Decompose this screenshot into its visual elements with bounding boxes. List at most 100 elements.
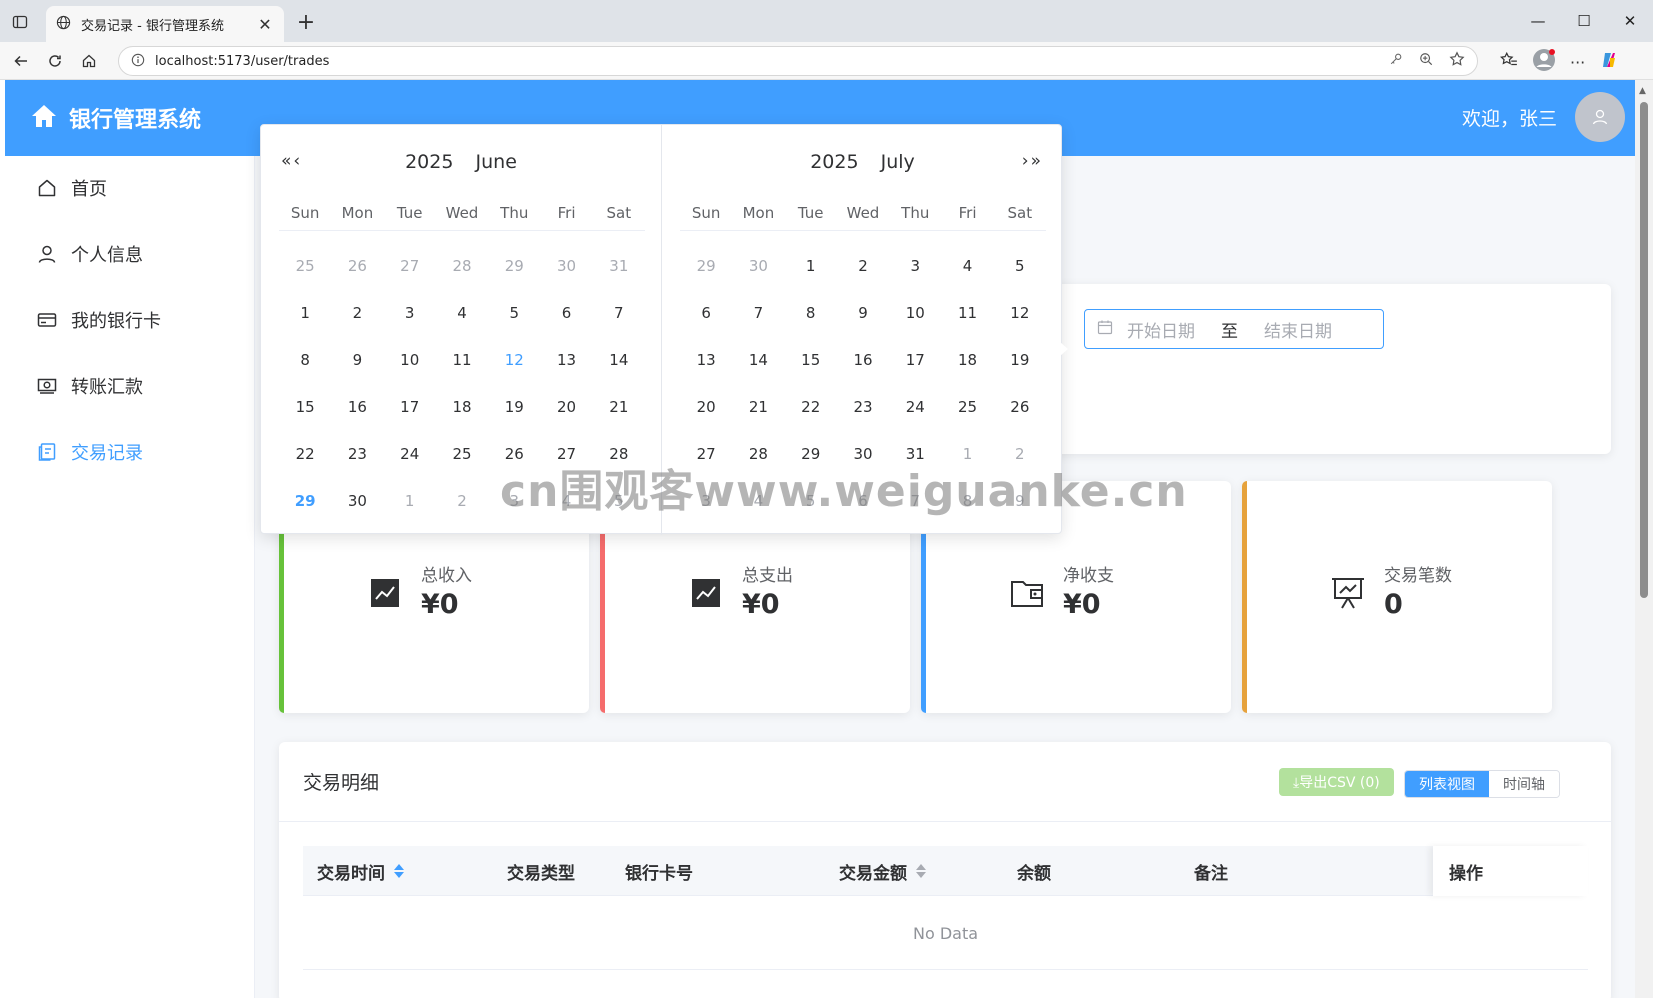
calendar-day[interactable]: 24 bbox=[384, 431, 436, 478]
calendar-month[interactable]: July bbox=[881, 151, 915, 173]
calendar-day[interactable]: 8 bbox=[279, 337, 331, 384]
scroll-up-icon[interactable]: ▲ bbox=[1639, 86, 1646, 96]
calendar-day[interactable]: 29 bbox=[488, 243, 540, 290]
calendar-day[interactable]: 19 bbox=[488, 384, 540, 431]
calendar-day[interactable]: 15 bbox=[279, 384, 331, 431]
app-logo[interactable]: 银行管理系统 bbox=[31, 80, 201, 156]
calendar-day[interactable]: 26 bbox=[331, 243, 383, 290]
calendar-day[interactable]: 19 bbox=[994, 337, 1046, 384]
calendar-day[interactable]: 20 bbox=[540, 384, 592, 431]
calendar-day[interactable]: 1 bbox=[279, 290, 331, 337]
calendar-month[interactable]: June bbox=[476, 151, 517, 173]
calendar-day[interactable]: 12 bbox=[994, 290, 1046, 337]
calendar-day[interactable]: 9 bbox=[837, 290, 889, 337]
calendar-day[interactable]: 20 bbox=[680, 384, 732, 431]
key-icon[interactable] bbox=[1389, 51, 1403, 71]
sidebar-item-home[interactable]: 首页 bbox=[5, 160, 255, 216]
calendar-day[interactable]: 14 bbox=[732, 337, 784, 384]
calendar-day[interactable]: 1 bbox=[384, 478, 436, 525]
column-header-time[interactable]: 交易时间 bbox=[317, 846, 405, 896]
calendar-day[interactable]: 9 bbox=[331, 337, 383, 384]
user-area[interactable]: 欢迎，张三 bbox=[1462, 92, 1625, 142]
calendar-day[interactable]: 8 bbox=[785, 290, 837, 337]
calendar-day[interactable]: 4 bbox=[436, 290, 488, 337]
calendar-day[interactable]: 25 bbox=[436, 431, 488, 478]
calendar-year[interactable]: 2025 bbox=[810, 151, 858, 173]
calendar-day[interactable]: 2 bbox=[331, 290, 383, 337]
calendar-day[interactable]: 18 bbox=[436, 384, 488, 431]
calendar-day[interactable]: 30 bbox=[732, 243, 784, 290]
sort-icon[interactable] bbox=[915, 863, 927, 879]
zoom-icon[interactable] bbox=[1419, 51, 1433, 71]
close-window-icon[interactable]: ✕ bbox=[1607, 0, 1653, 42]
calendar-day[interactable]: 17 bbox=[889, 337, 941, 384]
sidebar-item-transfer[interactable]: 转账汇款 bbox=[5, 358, 255, 414]
calendar-day[interactable]: 28 bbox=[436, 243, 488, 290]
calendar-day[interactable]: 10 bbox=[384, 337, 436, 384]
calendar-day[interactable]: 11 bbox=[941, 290, 993, 337]
timeline-view-button[interactable]: 时间轴 bbox=[1489, 771, 1559, 797]
calendar-day[interactable]: 16 bbox=[837, 337, 889, 384]
calendar-day[interactable]: 2 bbox=[837, 243, 889, 290]
page-scrollbar[interactable]: ▲ bbox=[1635, 80, 1653, 998]
calendar-day[interactable]: 18 bbox=[941, 337, 993, 384]
calendar-day[interactable]: 3 bbox=[889, 243, 941, 290]
calendar-day[interactable]: 13 bbox=[540, 337, 592, 384]
calendar-day[interactable]: 5 bbox=[488, 290, 540, 337]
calendar-day[interactable]: 30 bbox=[331, 478, 383, 525]
calendar-day[interactable]: 1 bbox=[785, 243, 837, 290]
end-date-input[interactable]: 结束日期 bbox=[1264, 317, 1332, 342]
calendar-year[interactable]: 2025 bbox=[405, 151, 453, 173]
favorite-star-icon[interactable] bbox=[1449, 51, 1465, 71]
calendar-day[interactable]: 26 bbox=[994, 384, 1046, 431]
back-icon[interactable] bbox=[8, 48, 34, 74]
start-date-input[interactable]: 开始日期 bbox=[1127, 317, 1195, 342]
calendar-day[interactable]: 11 bbox=[436, 337, 488, 384]
list-view-button[interactable]: 列表视图 bbox=[1405, 771, 1489, 797]
calendar-day[interactable]: 22 bbox=[785, 384, 837, 431]
calendar-day[interactable]: 25 bbox=[941, 384, 993, 431]
maximize-icon[interactable]: ☐ bbox=[1561, 0, 1607, 42]
date-range-picker[interactable]: 开始日期 至 结束日期 bbox=[1084, 309, 1384, 349]
avatar[interactable] bbox=[1575, 92, 1625, 142]
calendar-day[interactable]: 2 bbox=[436, 478, 488, 525]
minimize-icon[interactable]: — bbox=[1515, 0, 1561, 42]
calendar-day[interactable]: 6 bbox=[540, 290, 592, 337]
calendar-day[interactable]: 30 bbox=[540, 243, 592, 290]
calendar-day[interactable]: 17 bbox=[384, 384, 436, 431]
profile-icon[interactable] bbox=[1532, 48, 1556, 76]
column-header-amount[interactable]: 交易金额 bbox=[839, 846, 927, 896]
copilot-icon[interactable] bbox=[1599, 50, 1619, 74]
reload-icon[interactable] bbox=[42, 48, 68, 74]
calendar-day[interactable]: 24 bbox=[889, 384, 941, 431]
calendar-day[interactable]: 7 bbox=[593, 290, 645, 337]
calendar-day[interactable]: 4 bbox=[941, 243, 993, 290]
calendar-day[interactable]: 22 bbox=[279, 431, 331, 478]
sort-icon[interactable] bbox=[393, 863, 405, 879]
calendar-day[interactable]: 21 bbox=[732, 384, 784, 431]
address-bar[interactable]: localhost:5173/user/trades bbox=[118, 46, 1478, 76]
calendar-day[interactable]: 21 bbox=[593, 384, 645, 431]
calendar-day[interactable]: 6 bbox=[680, 290, 732, 337]
calendar-day[interactable]: 29 bbox=[680, 243, 732, 290]
tab-actions-icon[interactable] bbox=[8, 10, 32, 34]
calendar-day[interactable]: 5 bbox=[994, 243, 1046, 290]
close-tab-icon[interactable]: ✕ bbox=[256, 15, 274, 34]
calendar-day[interactable]: 31 bbox=[593, 243, 645, 290]
calendar-day[interactable]: 23 bbox=[331, 431, 383, 478]
calendar-day[interactable]: 27 bbox=[384, 243, 436, 290]
export-csv-button[interactable]: ⤓导出CSV (0) bbox=[1279, 768, 1394, 796]
info-icon[interactable] bbox=[131, 52, 145, 71]
home-browser-icon[interactable] bbox=[76, 48, 102, 74]
sidebar-item-cards[interactable]: 我的银行卡 bbox=[5, 292, 255, 348]
scroll-thumb[interactable] bbox=[1640, 102, 1648, 598]
calendar-day[interactable]: 29 bbox=[279, 478, 331, 525]
calendar-day[interactable]: 23 bbox=[837, 384, 889, 431]
calendar-day[interactable]: 10 bbox=[889, 290, 941, 337]
calendar-day[interactable]: 25 bbox=[279, 243, 331, 290]
browser-tab[interactable]: 交易记录 - 银行管理系统 ✕ bbox=[46, 6, 284, 42]
calendar-day[interactable]: 14 bbox=[593, 337, 645, 384]
sidebar-item-profile[interactable]: 个人信息 bbox=[5, 226, 255, 282]
sidebar-item-trades[interactable]: 交易记录 bbox=[5, 424, 255, 480]
calendar-day[interactable]: 7 bbox=[732, 290, 784, 337]
